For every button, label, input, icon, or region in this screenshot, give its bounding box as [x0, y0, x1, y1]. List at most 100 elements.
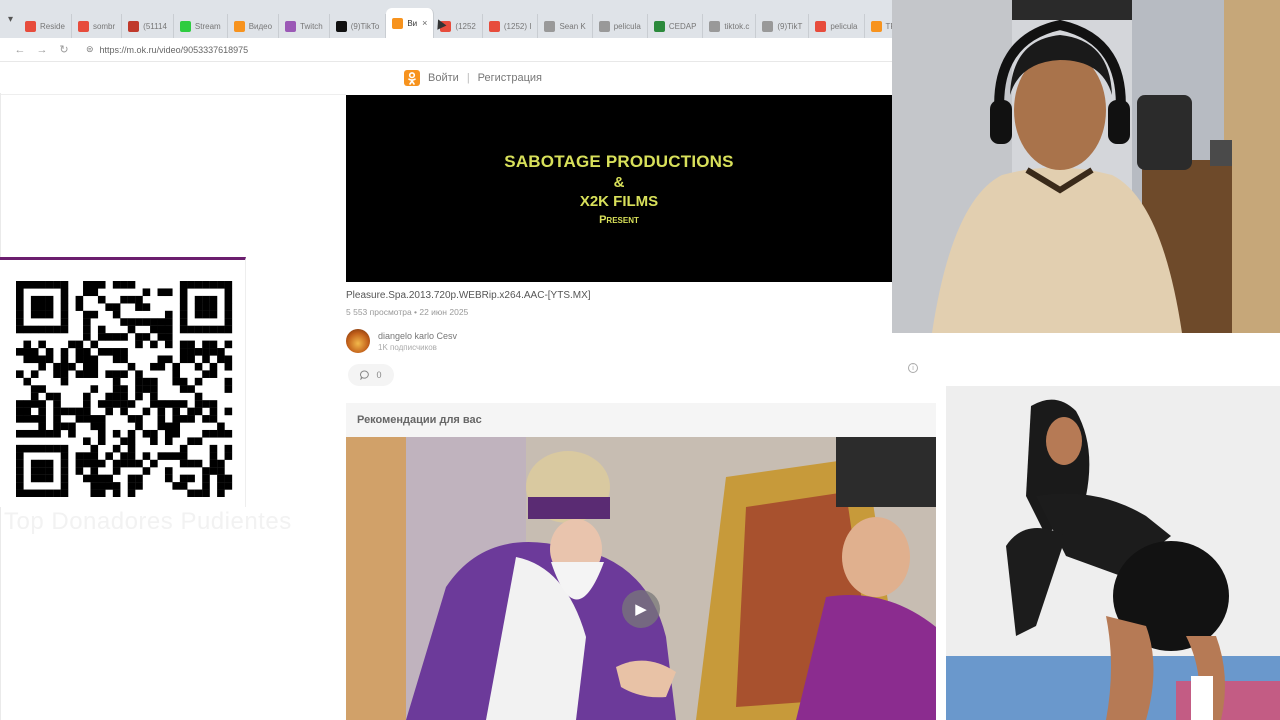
qr-module — [209, 452, 218, 460]
qr-module — [120, 318, 128, 326]
browser-tab[interactable]: (51114 — [122, 14, 174, 38]
site-info-icon[interactable]: ⊜ — [86, 44, 94, 55]
qr-module — [179, 348, 188, 356]
qr-module — [83, 318, 91, 326]
qr-module — [142, 407, 151, 416]
qr-module — [127, 437, 136, 446]
browser-tab[interactable]: tiktok.c — [703, 14, 757, 38]
qr-module — [179, 295, 188, 304]
qr-module — [97, 474, 106, 483]
qr-module — [164, 340, 173, 349]
qr-module — [90, 362, 99, 371]
comments-button[interactable]: 0 — [348, 364, 394, 386]
tab-favicon-icon — [598, 20, 610, 32]
login-link[interactable]: Войти — [428, 72, 459, 84]
tab-search-dropdown-icon[interactable]: ▾ — [8, 10, 13, 28]
browser-tab[interactable]: pelicula — [593, 14, 648, 38]
browser-tab[interactable]: Reside — [19, 14, 72, 38]
tab-label: tiktok.c — [724, 21, 750, 31]
qr-module — [194, 407, 203, 416]
qr-module — [209, 340, 218, 349]
qr-module — [217, 281, 225, 289]
qr-module — [30, 392, 39, 401]
qr-module — [105, 348, 113, 356]
browser-tab[interactable]: pelicula — [809, 14, 865, 38]
channel-avatar[interactable] — [346, 329, 370, 353]
video-player[interactable]: SABOTAGE PRODUCTIONS & X2K FILMS Present — [346, 95, 892, 282]
qr-module — [60, 422, 69, 431]
video-credit-line-3: X2K FILMS — [579, 192, 659, 210]
qr-module — [45, 459, 54, 468]
play-icon[interactable]: ▶ — [622, 590, 660, 628]
browser-tab[interactable]: Sean K — [538, 14, 593, 38]
qr-module — [83, 415, 91, 423]
qr-module — [164, 400, 173, 408]
qr-module — [179, 310, 188, 319]
qr-module — [23, 281, 32, 289]
qr-module — [127, 444, 136, 453]
back-icon[interactable]: ← — [10, 41, 30, 59]
qr-module — [75, 370, 84, 378]
webcam-feed — [892, 0, 1280, 333]
qr-module — [75, 452, 84, 460]
qr-code — [16, 281, 233, 497]
browser-tab[interactable]: (9)TikT — [756, 14, 810, 38]
qr-module — [112, 444, 121, 453]
qr-module — [224, 482, 233, 490]
browser-tab[interactable]: sombr — [72, 14, 123, 38]
recommended-video-thumbnail[interactable] — [346, 437, 936, 720]
browser-tab[interactable]: Видео — [228, 14, 280, 38]
qr-module — [38, 340, 46, 349]
ok-logo-icon[interactable] — [404, 70, 421, 86]
channel-info[interactable]: diangelo karlo Cesv 1K подписчиков — [346, 329, 457, 353]
browser-tab[interactable]: Stream — [174, 14, 228, 38]
qr-module — [16, 288, 24, 297]
ad-image[interactable] — [946, 386, 1280, 720]
qr-module — [202, 467, 210, 475]
forward-icon[interactable]: → — [32, 41, 52, 59]
tab-strip: Reside sombr (51114 Stream Видео Twitch (9)Tik… — [19, 0, 892, 38]
browser-tab[interactable]: Twitch — [279, 14, 330, 38]
qr-module — [16, 310, 24, 319]
qr-module — [127, 325, 136, 334]
qr-module — [142, 303, 151, 311]
qr-module — [209, 407, 218, 416]
qr-module — [38, 474, 46, 483]
browser-tab[interactable]: TRAUM — [865, 14, 892, 38]
qr-module — [38, 444, 46, 453]
qr-module — [120, 281, 128, 289]
qr-module — [30, 325, 39, 334]
tab-favicon-icon — [179, 20, 191, 32]
qr-module — [97, 333, 106, 341]
qr-module — [194, 362, 203, 371]
qr-module — [30, 459, 39, 468]
channel-name[interactable]: diangelo karlo Cesv — [378, 331, 457, 341]
qr-module — [187, 325, 195, 334]
qr-module — [83, 355, 91, 364]
video-credit-line-2: & — [613, 173, 625, 191]
qr-module — [157, 415, 166, 423]
qr-module — [209, 362, 218, 371]
browser-tab[interactable]: CEDAP — [648, 14, 704, 38]
qr-module — [30, 281, 39, 289]
qr-module — [38, 281, 46, 289]
qr-module — [30, 385, 39, 393]
reload-icon[interactable]: ↻ — [54, 41, 74, 59]
qr-module — [202, 310, 210, 319]
register-link[interactable]: Регистрация — [478, 72, 542, 84]
url-field[interactable]: ⊜ https://m.ok.ru/video/9053337618975 — [86, 44, 248, 55]
browser-tab[interactable]: (9)TikTo — [330, 14, 387, 38]
qr-module — [68, 362, 76, 371]
browser-tab[interactable]: (1252) I — [483, 14, 539, 38]
info-icon[interactable]: i — [908, 363, 918, 373]
qr-module — [83, 370, 91, 378]
qr-module — [187, 355, 195, 364]
qr-module — [135, 385, 143, 393]
qr-module — [112, 370, 121, 378]
qr-module — [120, 437, 128, 446]
browser-tab[interactable]: Ви × — [386, 8, 435, 38]
qr-module — [179, 400, 188, 408]
qr-module — [30, 370, 39, 378]
tab-close-icon[interactable]: × — [422, 18, 427, 28]
qr-module — [23, 429, 32, 438]
